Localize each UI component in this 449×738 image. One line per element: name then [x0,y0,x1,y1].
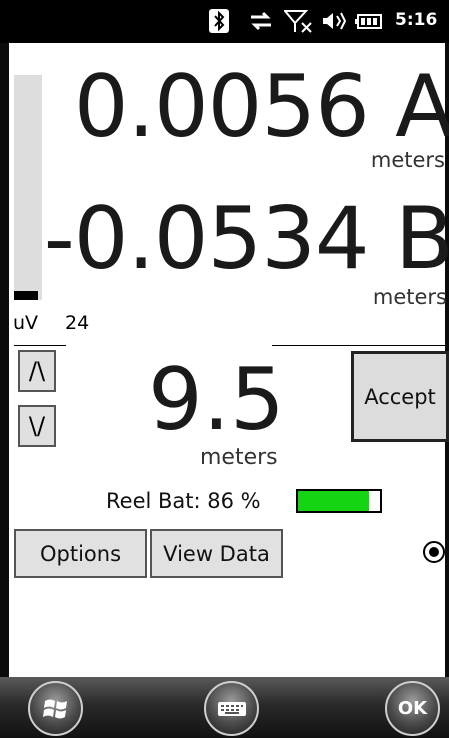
reading-b-value: -0.0534 B [43,189,449,289]
volume-icon [323,12,347,30]
divider-left [14,345,66,346]
bluetooth-icon [209,9,229,33]
reel-battery-bar [296,489,382,513]
app-screen: 5:16 uV 24 0.0056 A meters -0.0534 B met… [0,0,449,738]
reading-b-unit: meters [372,285,447,309]
signal-value: 24 [65,312,90,334]
depth-up-button[interactable]: /\ [18,350,56,392]
reading-a-unit: meters [370,148,445,172]
depth-down-button[interactable]: \/ [18,405,56,447]
clock-time: 5:16 [395,10,438,30]
radio-button[interactable] [423,541,445,563]
signal-meter-fill [14,291,38,300]
windows-flag-icon [42,699,67,718]
divider-right [272,345,445,346]
battery-icon [355,14,382,29]
ok-button[interactable]: OK [385,681,440,736]
start-button[interactable] [28,681,83,736]
signal-unit-label: uV [13,312,39,334]
status-bar: 5:16 [0,0,449,43]
view-data-button[interactable]: View Data [150,529,283,578]
depth-value: 9.5 [148,350,285,450]
reel-battery-fill [298,491,369,511]
keyboard-icon [217,701,246,716]
depth-unit: meters [200,445,278,470]
accept-button[interactable]: Accept [351,351,449,442]
sync-icon [251,11,271,31]
signal-meter-track [14,75,42,300]
no-signal-icon [284,10,312,33]
keyboard-button[interactable] [204,681,259,736]
reading-a-value: 0.0056 A [73,57,449,157]
reel-battery-label: Reel Bat: 86 % [106,489,261,513]
options-button[interactable]: Options [14,529,147,578]
frame-left-border [0,0,9,738]
